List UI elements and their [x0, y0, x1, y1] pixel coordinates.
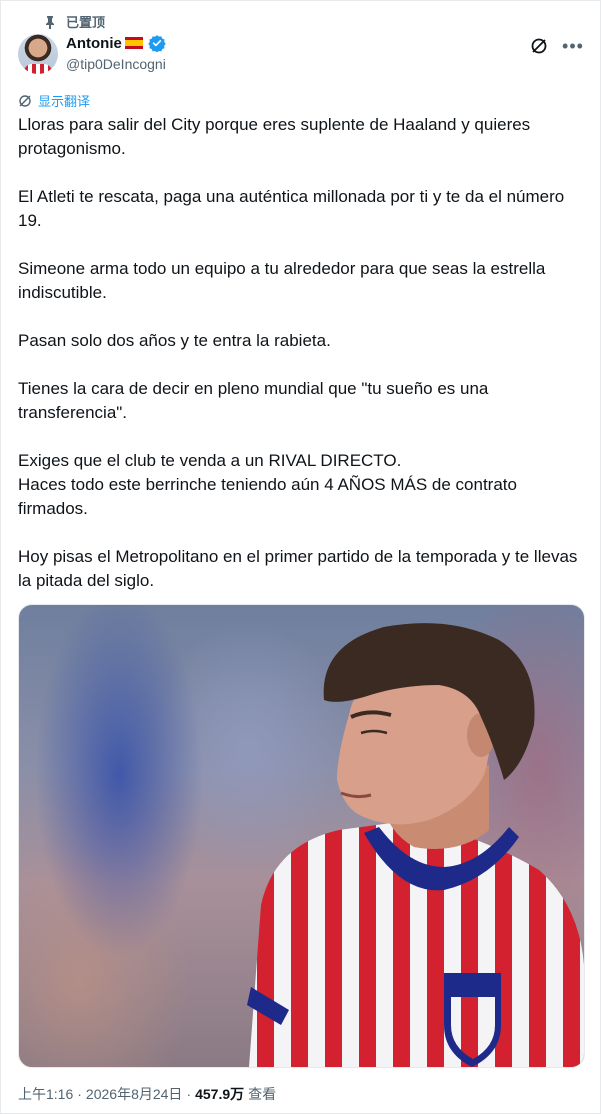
translate-icon	[19, 94, 31, 107]
views-count[interactable]: 457.9万	[195, 1084, 244, 1104]
tweet-paragraph: Hoy pisas el Metropolitano en el primer …	[18, 547, 578, 590]
more-icon: •••	[562, 36, 584, 56]
show-translation-link[interactable]: 显示翻译	[18, 91, 90, 110]
more-button[interactable]: •••	[562, 36, 584, 56]
tweet-paragraph: Simeone arma todo un equipo a tu alreded…	[18, 259, 546, 302]
avatar[interactable]	[18, 34, 58, 74]
tweet-paragraph: El Atleti te rescata, paga una auténtica…	[18, 187, 565, 230]
tweet-photo[interactable]	[18, 604, 585, 1068]
verified-icon	[148, 35, 166, 52]
tweet-time[interactable]: 上午1:16	[18, 1084, 73, 1104]
author-name[interactable]: Antonie	[66, 35, 122, 52]
author-name-row[interactable]: Antonie	[66, 34, 166, 52]
tweet-date[interactable]: 2026年8月24日	[86, 1084, 183, 1104]
tweet-paragraph: Pasan solo dos años y te entra la rabiet…	[18, 331, 331, 350]
pinned-label: 已置顶	[66, 15, 106, 30]
grok-icon	[531, 38, 547, 54]
tweet-actions: •••	[529, 36, 583, 56]
separator: ·	[186, 1086, 192, 1102]
tweet-footer: 上午1:16 · 2026年8月24日 · 457.9万 查看	[18, 1084, 276, 1104]
tweet-paragraph: Exiges que el club te venda a un RIVAL D…	[18, 451, 402, 470]
grok-button[interactable]	[529, 36, 549, 56]
pin-icon	[46, 15, 54, 29]
tweet-paragraph: Haces todo este berrinche teniendo aún 4…	[18, 475, 517, 518]
tweet-paragraph: Tienes la cara de decir en pleno mundial…	[18, 379, 489, 422]
views-label: 查看	[248, 1086, 277, 1102]
separator: ·	[77, 1086, 82, 1102]
player-photo-illustration	[247, 623, 584, 1067]
author-handle[interactable]: @tip0DeIncogni	[66, 56, 166, 72]
spain-flag-icon	[124, 37, 143, 49]
tweet-paragraph: Lloras para salir del City porque eres s…	[18, 115, 531, 158]
pinned-indicator: 已置顶	[44, 12, 105, 31]
tweet-text: Lloras para salir del City porque eres s…	[18, 113, 583, 617]
translate-label[interactable]: 显示翻译	[38, 91, 90, 110]
